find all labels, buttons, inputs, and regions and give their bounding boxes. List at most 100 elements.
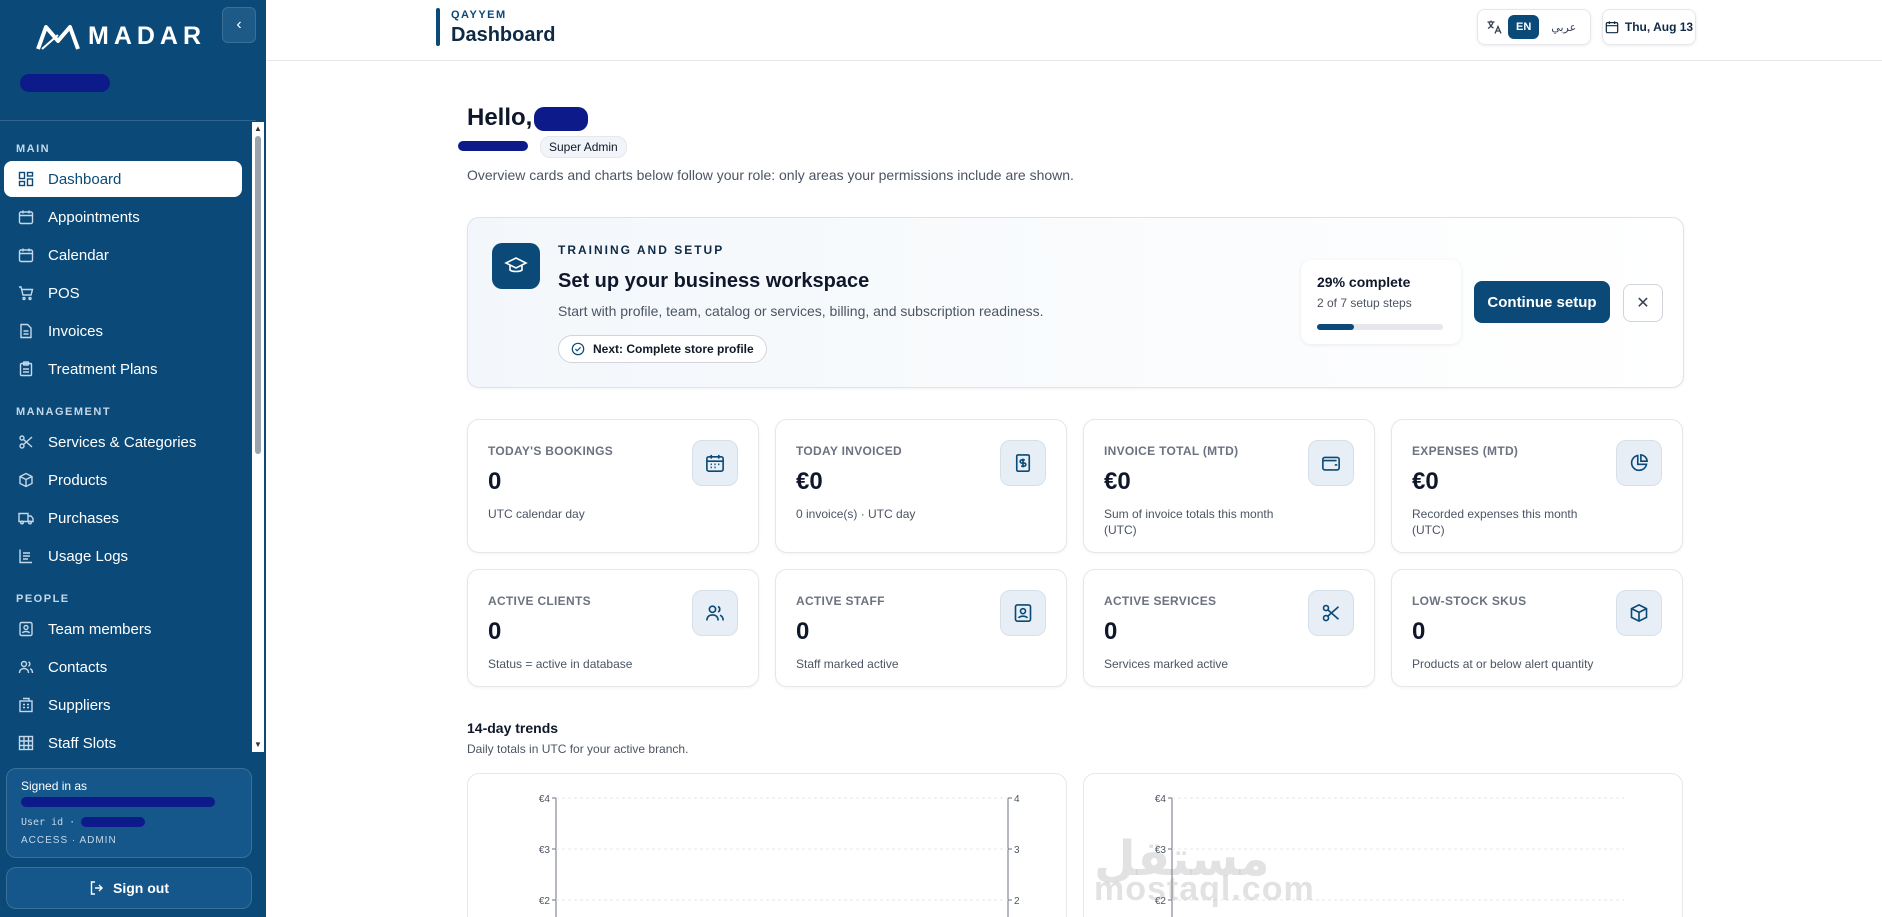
- y-tick-label-right: 2: [1014, 896, 1020, 907]
- calendar-icon: [1605, 21, 1619, 34]
- sidebar-item-contacts[interactable]: Contacts: [4, 649, 242, 685]
- sidebar-item-label: Team members: [48, 620, 152, 638]
- page-title: Dashboard: [451, 24, 556, 46]
- brand-logo[interactable]: MADAR: [36, 22, 206, 51]
- stat-note: Products at or below alert quantity: [1412, 657, 1594, 671]
- stat-card-active-services: ACTIVE SERVICES 0 Services marked active: [1083, 569, 1375, 687]
- signed-in-title: Signed in as: [21, 779, 88, 793]
- dollar-doc-icon: [1000, 440, 1046, 486]
- sign-out-icon: [90, 881, 103, 895]
- setup-description: Start with profile, team, catalog or ser…: [558, 303, 1044, 319]
- brand-name: MADAR: [88, 22, 207, 50]
- sidebar-nav: MAIN Dashboard Appointments Calendar POS…: [0, 120, 256, 752]
- stat-label: TODAY INVOICED: [796, 444, 903, 458]
- stat-note: Services marked active: [1104, 657, 1229, 671]
- sidebar-item-dashboard[interactable]: Dashboard: [4, 161, 242, 197]
- sidebar-item-invoices[interactable]: Invoices: [4, 313, 242, 349]
- sidebar-item-usage-logs[interactable]: Usage Logs: [4, 538, 242, 574]
- chevron-left-icon: ‹: [236, 16, 242, 33]
- scroll-down-arrow-icon[interactable]: ▼: [254, 740, 262, 749]
- trends-subtitle: Daily totals in UTC for your active bran…: [467, 742, 689, 756]
- redacted-business-name: [20, 74, 110, 92]
- setup-card: TRAINING AND SETUP Set up your business …: [467, 217, 1684, 388]
- scissors-icon: [19, 435, 33, 449]
- y-tick-label-right: 4: [1014, 794, 1020, 805]
- setup-title: Set up your business workspace: [558, 270, 870, 292]
- trend-chart-left: €4 4 €3 3 €2 2: [467, 773, 1067, 917]
- top-header: QAYYEM Dashboard EN عربي Thu, Aug 13: [266, 0, 1882, 61]
- date-picker-button[interactable]: Thu, Aug 13: [1602, 9, 1696, 45]
- scroll-up-arrow-icon[interactable]: ▲: [254, 124, 262, 133]
- sidebar-item-label: Appointments: [48, 208, 140, 226]
- box-icon: [1616, 590, 1662, 636]
- main-content: Hello, Super Admin Overview cards and ch…: [266, 61, 1882, 917]
- sidebar-item-products[interactable]: Products: [4, 462, 242, 498]
- redacted-user-handle: [458, 141, 528, 151]
- continue-setup-button[interactable]: Continue setup: [1474, 281, 1610, 323]
- sidebar-item-label: Suppliers: [48, 696, 111, 714]
- wallet-icon: [1308, 440, 1354, 486]
- greeting: Hello,: [467, 104, 533, 131]
- stat-card-low-stock: LOW-STOCK SKUS 0 Products at or below al…: [1391, 569, 1683, 687]
- stat-label: INVOICE TOTAL (MTD): [1104, 444, 1239, 458]
- close-icon: ✕: [1636, 295, 1650, 312]
- sidebar-item-suppliers[interactable]: Suppliers: [4, 687, 242, 723]
- stat-card-active-clients: ACTIVE CLIENTS 0 Status = active in data…: [467, 569, 759, 687]
- grid-icon: [18, 735, 34, 751]
- lang-en-button[interactable]: EN: [1508, 15, 1540, 39]
- sidebar-item-label: Invoices: [48, 322, 104, 340]
- sidebar-item-appointments[interactable]: Appointments: [4, 199, 242, 235]
- users-icon: [692, 590, 738, 636]
- progress-bar-fill: [1317, 324, 1354, 330]
- translate-icon: [1487, 20, 1502, 34]
- stat-value: 0: [488, 618, 502, 645]
- stat-label: ACTIVE CLIENTS: [488, 594, 591, 608]
- redacted-user-name: [534, 107, 588, 131]
- stat-card-todays-bookings: TODAY'S BOOKINGS 0 UTC calendar day: [467, 419, 759, 553]
- log-icon: [19, 549, 32, 564]
- stat-value: 0: [796, 618, 810, 645]
- scrollbar-thumb[interactable]: [255, 136, 261, 454]
- sidebar-item-team-members[interactable]: Team members: [4, 611, 242, 647]
- stat-card-expenses: EXPENSES (MTD) €0 Recorded expenses this…: [1391, 419, 1683, 553]
- stat-note: 0 invoice(s) · UTC day: [796, 507, 916, 521]
- id-badge-icon: [19, 621, 33, 637]
- progress-bar: [1317, 324, 1443, 330]
- current-date: Thu, Aug 13: [1624, 20, 1694, 34]
- sidebar-item-treatment-plans[interactable]: Treatment Plans: [4, 351, 242, 387]
- section-label-people: PEOPLE: [16, 593, 70, 605]
- signed-in-card: Signed in as User id · ACCESS · ADMIN: [6, 768, 252, 858]
- y-tick-label: €4: [539, 794, 551, 805]
- truck-icon: [18, 512, 34, 525]
- setup-eyebrow: TRAINING AND SETUP: [558, 243, 725, 257]
- sidebar-scrollbar[interactable]: ▲ ▼: [252, 122, 264, 752]
- graduation-cap-icon: [492, 243, 540, 289]
- sidebar-item-pos[interactable]: POS: [4, 275, 242, 311]
- section-label-main: MAIN: [16, 143, 51, 155]
- progress-percent: 29% complete: [1317, 274, 1411, 290]
- collapse-sidebar-button[interactable]: ‹: [222, 7, 256, 43]
- stat-note: Sum of invoice totals this month (UTC): [1104, 507, 1274, 537]
- stat-value: 0: [1412, 618, 1426, 645]
- next-step-button[interactable]: Next: Complete store profile: [558, 335, 767, 363]
- stat-label: TODAY'S BOOKINGS: [488, 444, 614, 458]
- sidebar-item-services-categories[interactable]: Services & Categories: [4, 424, 242, 460]
- sign-out-button[interactable]: Sign out: [6, 867, 252, 909]
- sidebar-item-label: Staff Slots: [48, 734, 117, 752]
- stat-card-today-invoiced: TODAY INVOICED €0 0 invoice(s) · UTC day: [775, 419, 1067, 553]
- cart-icon: [19, 286, 34, 301]
- user-id-label: User id ·: [21, 817, 76, 828]
- lang-ar-button[interactable]: عربي: [1545, 15, 1582, 40]
- scissors-icon: [1308, 590, 1354, 636]
- calendar-icon: [18, 248, 34, 263]
- sidebar-item-purchases[interactable]: Purchases: [4, 500, 242, 536]
- sidebar-item-label: Usage Logs: [48, 547, 129, 565]
- y-tick-label: €3: [539, 845, 551, 856]
- sidebar-item-calendar[interactable]: Calendar: [4, 237, 242, 273]
- stat-label: ACTIVE STAFF: [796, 594, 885, 608]
- sidebar-item-label: Products: [48, 471, 108, 489]
- sidebar-item-staff-slots[interactable]: Staff Slots: [4, 725, 242, 752]
- stat-card-active-staff: ACTIVE STAFF 0 Staff marked active: [775, 569, 1067, 687]
- role-badge: Super Admin: [540, 136, 627, 158]
- dismiss-setup-button[interactable]: ✕: [1623, 284, 1663, 322]
